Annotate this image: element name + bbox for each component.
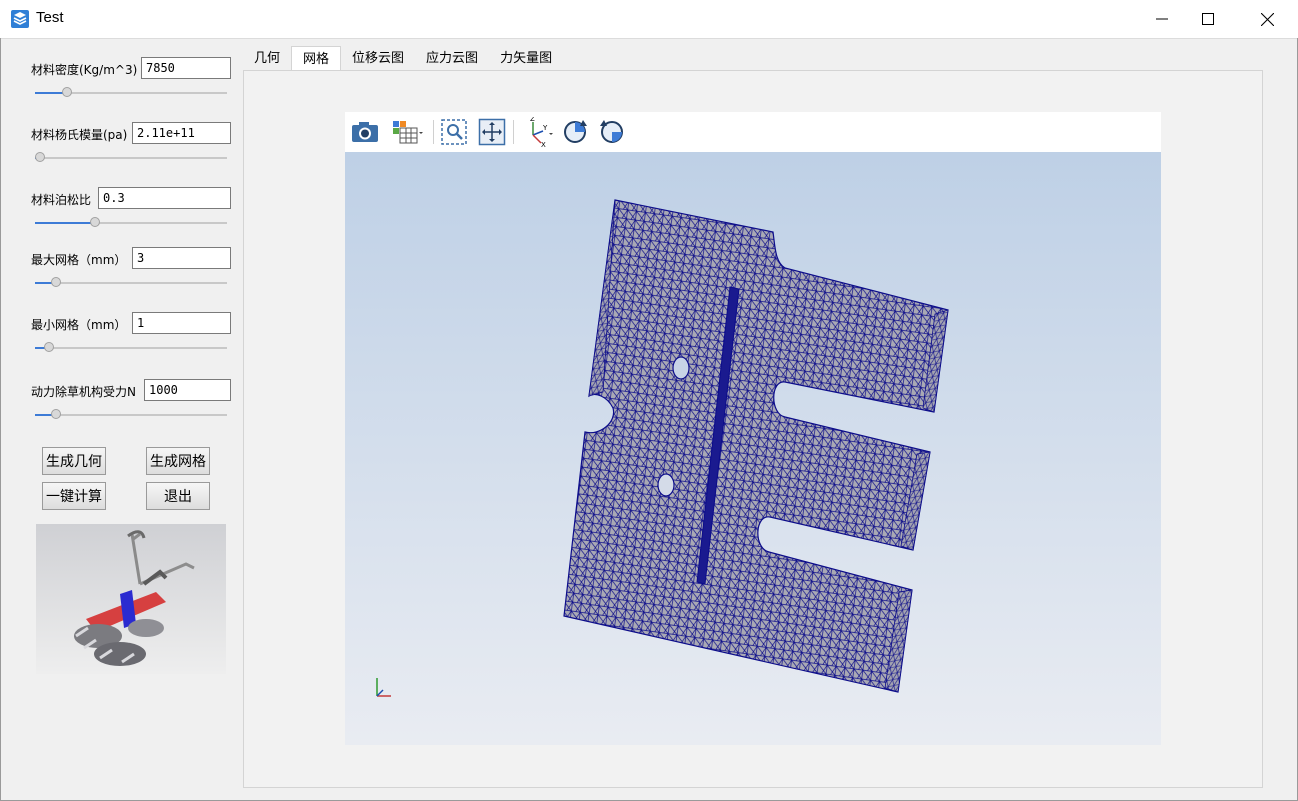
close-icon — [1260, 12, 1274, 26]
force-input[interactable] — [144, 379, 231, 401]
slider-handle[interactable] — [90, 217, 100, 227]
slider-handle[interactable] — [44, 342, 54, 352]
tab-geometry[interactable]: 几何 — [243, 46, 291, 70]
slider-track — [35, 347, 227, 349]
axis-view-button[interactable]: Z Y X — [521, 117, 555, 147]
tab-stress-contour[interactable]: 应力云图 — [415, 46, 489, 70]
generate-mesh-button[interactable]: 生成网格 — [146, 447, 210, 475]
exit-button[interactable]: 退出 — [146, 482, 210, 510]
slider-track — [35, 157, 227, 159]
youngs-modulus-slider[interactable] — [35, 151, 227, 165]
window-border-left — [0, 38, 1, 801]
title-bar: Test — [0, 0, 1298, 39]
window-title: Test — [36, 9, 64, 26]
density-label: 材料密度(Kg/m^3) — [31, 63, 138, 77]
slider-fill — [35, 222, 95, 224]
max-mesh-label: 最大网格（mm） — [31, 253, 127, 267]
fit-all-icon — [478, 118, 506, 146]
minimize-button[interactable] — [1139, 0, 1185, 38]
max-mesh-input[interactable] — [132, 247, 231, 269]
min-mesh-slider[interactable] — [35, 341, 227, 355]
svg-text:Y: Y — [542, 124, 548, 132]
mesh-viewer: Z Y X — [345, 112, 1161, 745]
zoom-window-button[interactable] — [439, 118, 469, 146]
app-icon — [11, 10, 29, 28]
tab-bar: 几何 网格 位移云图 应力云图 力矢量图 — [243, 46, 563, 70]
slider-handle[interactable] — [51, 277, 61, 287]
svg-text:X: X — [541, 141, 546, 147]
rotate-cw-button[interactable] — [560, 118, 590, 146]
rotate-ccw-button[interactable] — [597, 118, 627, 146]
max-mesh-slider[interactable] — [35, 276, 227, 290]
axis-triad — [376, 678, 391, 697]
zoom-window-icon — [441, 119, 467, 145]
one-click-compute-button[interactable]: 一键计算 — [42, 482, 106, 510]
screenshot-button[interactable] — [350, 118, 380, 146]
axis-y-line — [376, 689, 384, 697]
minimize-icon — [1156, 18, 1168, 20]
min-mesh-label: 最小网格（mm） — [31, 318, 127, 332]
slider-track — [35, 414, 227, 416]
density-slider[interactable] — [35, 86, 227, 100]
poisson-ratio-label: 材料泊松比 — [31, 193, 92, 207]
min-mesh-input[interactable] — [132, 312, 231, 334]
display-mode-button[interactable] — [391, 118, 425, 146]
mesh-plate — [563, 199, 949, 693]
camera-icon — [352, 122, 378, 142]
rotate-ccw-icon — [600, 120, 623, 143]
tab-force-vector[interactable]: 力矢量图 — [489, 46, 563, 70]
tab-displacement-contour[interactable]: 位移云图 — [341, 46, 415, 70]
mesh-model — [376, 199, 949, 697]
toolbar-separator — [513, 120, 514, 144]
axis-view-icon: Z Y X — [530, 117, 553, 147]
maximize-button[interactable] — [1185, 0, 1231, 38]
poisson-ratio-slider[interactable] — [35, 216, 227, 230]
slider-handle[interactable] — [51, 409, 61, 419]
svg-text:Z: Z — [530, 117, 535, 123]
display-mode-icon — [393, 121, 423, 144]
slider-handle[interactable] — [35, 152, 45, 162]
viewer-toolbar: Z Y X — [345, 112, 1161, 152]
poisson-ratio-input[interactable] — [98, 187, 231, 209]
tab-mesh[interactable]: 网格 — [291, 46, 342, 70]
maximize-icon — [1202, 13, 1214, 25]
youngs-modulus-input[interactable] — [132, 122, 231, 144]
force-label: 动力除草机构受力N — [31, 385, 136, 399]
slider-handle[interactable] — [62, 87, 72, 97]
fit-all-button[interactable] — [477, 118, 507, 146]
mesh-hole — [657, 473, 675, 497]
machine-preview-image — [36, 524, 226, 674]
force-slider[interactable] — [35, 408, 227, 422]
toolbar-separator — [433, 120, 434, 144]
rotate-cw-icon — [564, 120, 587, 143]
mesh-hole — [672, 356, 690, 380]
slider-track — [35, 282, 227, 284]
3d-viewport[interactable] — [345, 152, 1161, 745]
youngs-modulus-label: 材料杨氏模量(pa) — [31, 128, 128, 142]
close-button[interactable] — [1244, 0, 1290, 38]
density-input[interactable] — [141, 57, 231, 79]
generate-geometry-button[interactable]: 生成几何 — [42, 447, 106, 475]
